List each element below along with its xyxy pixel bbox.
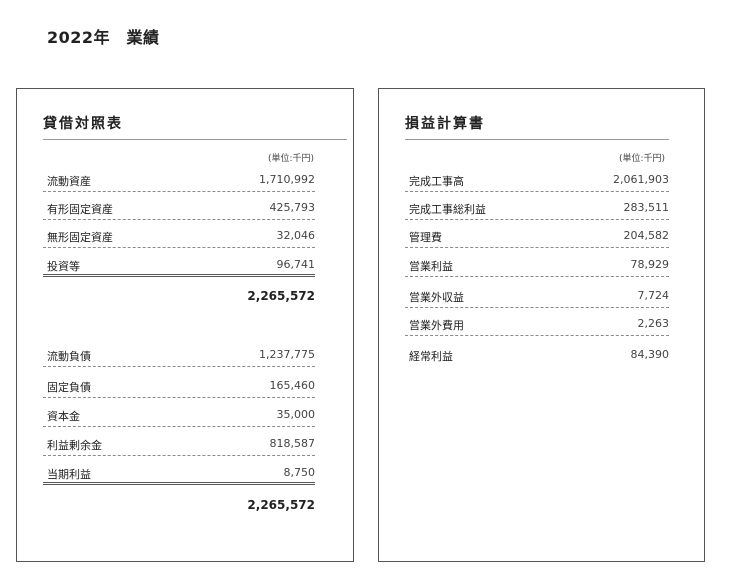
unit-note: (単位:千円) — [267, 154, 314, 164]
row-label: 営業利益 — [409, 260, 453, 273]
row-label: 固定負債 — [47, 381, 91, 394]
balance-sheet-panel: 貸借対照表 (単位:千円) 流動資産 1,710,992 有形固定資産 425,… — [16, 88, 354, 562]
table-row: 流動資産 1,710,992 — [43, 167, 315, 192]
liabilities-total: 2,265,572 — [43, 498, 315, 518]
total-value: 2,265,572 — [247, 498, 315, 512]
table-row: 固定負債 165,460 — [43, 373, 315, 398]
table-row: 有形固定資産 425,793 — [43, 195, 315, 220]
row-label: 営業外費用 — [409, 319, 464, 332]
table-row: 投資等 96,741 — [43, 252, 315, 277]
row-label: 流動資産 — [47, 175, 91, 188]
table-row: 完成工事総利益 283,511 — [405, 195, 669, 220]
row-value: 84,390 — [630, 348, 670, 361]
table-row: 当期利益 8,750 — [43, 460, 315, 485]
table-row: 営業外収益 7,724 — [405, 283, 669, 308]
balance-sheet-title: 貸借対照表 — [43, 116, 123, 132]
row-value: 2,061,903 — [613, 173, 669, 186]
unit-note: (単位:千円) — [618, 154, 665, 164]
row-value: 7,724 — [637, 289, 670, 302]
row-label: 資本金 — [47, 410, 80, 423]
row-label: 完成工事高 — [409, 175, 464, 188]
table-row: 流動負債 1,237,775 — [43, 342, 315, 367]
row-value: 204,582 — [623, 229, 670, 242]
row-value: 283,511 — [623, 201, 670, 214]
table-row: 営業外費用 2,263 — [405, 311, 669, 336]
row-value: 78,929 — [630, 258, 670, 271]
row-label: 有形固定資産 — [47, 203, 113, 216]
assets-total: 2,265,572 — [43, 289, 315, 309]
row-label: 当期利益 — [47, 468, 91, 481]
table-row: 完成工事高 2,061,903 — [405, 167, 669, 192]
table-row: 経常利益 84,390 — [405, 342, 669, 367]
table-row: 利益剰余金 818,587 — [43, 431, 315, 456]
row-value: 1,237,775 — [259, 348, 315, 361]
row-label: 経常利益 — [409, 350, 453, 363]
heading-divider — [405, 139, 669, 140]
table-row: 資本金 35,000 — [43, 402, 315, 427]
row-value: 96,741 — [276, 258, 316, 271]
row-label: 営業外収益 — [409, 291, 464, 304]
row-value: 165,460 — [269, 379, 316, 392]
row-label: 流動負債 — [47, 350, 91, 363]
row-value: 818,587 — [269, 437, 316, 450]
total-value: 2,265,572 — [247, 289, 315, 303]
table-row: 無形固定資産 32,046 — [43, 223, 315, 248]
row-value: 1,710,992 — [259, 173, 315, 186]
row-value: 32,046 — [276, 229, 316, 242]
row-value: 2,263 — [637, 317, 670, 330]
row-value: 425,793 — [269, 201, 316, 214]
income-statement-title: 損益計算書 — [405, 116, 485, 132]
row-label: 無形固定資産 — [47, 231, 113, 244]
row-value: 8,750 — [283, 466, 316, 479]
table-row: 営業利益 78,929 — [405, 252, 669, 277]
page-title: 2022年 業績 — [47, 28, 160, 47]
income-statement-panel: 損益計算書 (単位:千円) 完成工事高 2,061,903 完成工事総利益 28… — [378, 88, 705, 562]
heading-divider — [43, 139, 347, 140]
table-row: 管理費 204,582 — [405, 223, 669, 248]
row-label: 完成工事総利益 — [409, 203, 486, 216]
row-label: 管理費 — [409, 231, 442, 244]
row-value: 35,000 — [276, 408, 316, 421]
row-label: 投資等 — [47, 260, 80, 273]
row-label: 利益剰余金 — [47, 439, 102, 452]
